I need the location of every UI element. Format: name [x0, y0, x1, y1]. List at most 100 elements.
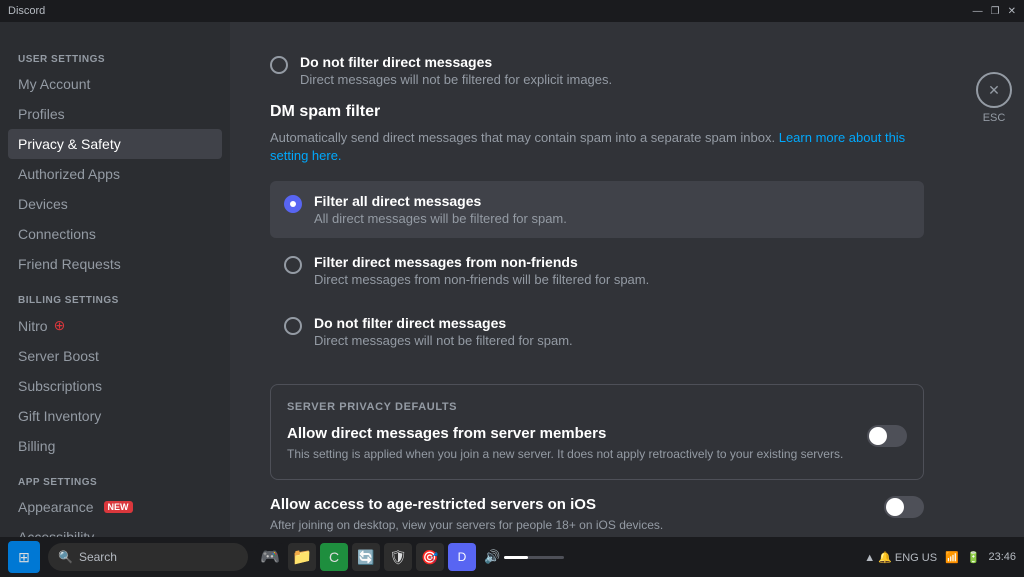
- taskbar-app-2[interactable]: 📁: [288, 543, 316, 571]
- sidebar-item-accessibility[interactable]: Accessibility: [8, 522, 222, 537]
- radio-no-filter-title: Do not filter direct messages: [314, 315, 573, 331]
- radio-non-friends-title: Filter direct messages from non-friends: [314, 254, 649, 270]
- sidebar-item-friend-requests[interactable]: Friend Requests: [8, 249, 222, 279]
- sidebar-item-connections[interactable]: Connections: [8, 219, 222, 249]
- taskbar-apps: 🎮 📁 C 🔄 🛡 🎯 D: [256, 543, 476, 571]
- taskbar-time: 23:46: [988, 551, 1016, 563]
- nitro-badge-icon: ⊕: [54, 317, 66, 334]
- sidebar-item-authorized-apps[interactable]: Authorized Apps: [8, 159, 222, 189]
- server-privacy-box: SERVER PRIVACY DEFAULTS Allow direct mes…: [270, 384, 924, 480]
- settings-content: Do not filter direct messages Direct mes…: [230, 22, 964, 537]
- titlebar: Discord — ❐ ✕: [0, 0, 1024, 22]
- taskbar-app-1[interactable]: 🎮: [256, 543, 284, 571]
- toggle-knob: [869, 427, 887, 445]
- taskbar-app-5[interactable]: 🛡: [384, 543, 412, 571]
- radio-circle-non-friends[interactable]: [284, 256, 302, 274]
- radio-non-friends-text: Filter direct messages from non-friends …: [314, 254, 649, 287]
- maximize-button[interactable]: ❐: [991, 6, 1000, 17]
- toggle-allow-dm-desc: This setting is applied when you join a …: [287, 446, 851, 463]
- top-radio-desc: Direct messages will not be filtered for…: [300, 72, 612, 87]
- dm-spam-title: DM spam filter: [270, 103, 924, 121]
- user-settings-label: USER SETTINGS: [8, 46, 222, 69]
- sidebar-item-billing[interactable]: Billing: [8, 431, 222, 461]
- volume-icon[interactable]: 🔊: [484, 549, 500, 565]
- taskbar-app-7[interactable]: D: [448, 543, 476, 571]
- radio-no-filter[interactable]: Do not filter direct messages Direct mes…: [270, 303, 924, 360]
- toggle-ios-knob: [886, 498, 904, 516]
- dm-spam-desc: Automatically send direct messages that …: [270, 129, 924, 165]
- radio-no-filter-desc: Direct messages will not be filtered for…: [314, 333, 573, 348]
- radio-filter-all-text: Filter all direct messages All direct me…: [314, 193, 567, 226]
- taskbar-app-4[interactable]: 🔄: [352, 543, 380, 571]
- window-controls[interactable]: — ❐ ✕: [973, 6, 1016, 17]
- sidebar-item-subscriptions[interactable]: Subscriptions: [8, 371, 222, 401]
- sidebar-item-label: Friend Requests: [18, 256, 121, 272]
- radio-filter-all-desc: All direct messages will be filtered for…: [314, 211, 567, 226]
- radio-circle-top[interactable]: [270, 56, 288, 74]
- wifi-icon: 📶: [945, 551, 959, 564]
- toggle-ios-switch[interactable]: [884, 496, 924, 518]
- radio-filter-non-friends[interactable]: Filter direct messages from non-friends …: [270, 242, 924, 299]
- sidebar: USER SETTINGS My Account Profiles Privac…: [0, 22, 230, 537]
- radio-circle-no-filter[interactable]: [284, 317, 302, 335]
- sidebar-item-my-account[interactable]: My Account: [8, 69, 222, 99]
- sidebar-item-label: Devices: [18, 196, 68, 212]
- sidebar-item-server-boost[interactable]: Server Boost: [8, 341, 222, 371]
- sidebar-item-profiles[interactable]: Profiles: [8, 99, 222, 129]
- volume-fill: [504, 556, 528, 559]
- toggle-ios-desc: After joining on desktop, view your serv…: [270, 517, 868, 534]
- taskbar-app-3[interactable]: C: [320, 543, 348, 571]
- close-button[interactable]: ✕: [1008, 6, 1016, 17]
- windows-icon: ⊞: [18, 549, 30, 566]
- sidebar-item-label: Nitro: [18, 318, 48, 334]
- battery-icon: 🔋: [967, 551, 981, 564]
- radio-circle-filter-all[interactable]: [284, 195, 302, 213]
- server-privacy-header: SERVER PRIVACY DEFAULTS: [287, 401, 907, 413]
- sidebar-item-nitro[interactable]: Nitro ⊕: [8, 310, 222, 341]
- sidebar-item-label: Subscriptions: [18, 378, 102, 394]
- esc-area: ✕ ESC: [964, 22, 1024, 537]
- esc-label: ESC: [983, 112, 1006, 124]
- toggle-allow-dm-text: Allow direct messages from server member…: [287, 425, 851, 463]
- sidebar-item-label: Profiles: [18, 106, 65, 122]
- search-label: Search: [79, 550, 117, 564]
- toggle-allow-dm-server: Allow direct messages from server member…: [287, 425, 907, 463]
- sidebar-item-label: Appearance: [18, 499, 94, 515]
- app-settings-label: APP SETTINGS: [8, 469, 222, 492]
- taskbar-icons: ▲ 🔔 ENG US: [864, 551, 937, 564]
- start-button[interactable]: ⊞: [8, 541, 40, 573]
- minimize-button[interactable]: —: [973, 6, 983, 17]
- volume-area: 🔊: [484, 549, 564, 565]
- sidebar-item-devices[interactable]: Devices: [8, 189, 222, 219]
- radio-no-filter-text: Do not filter direct messages Direct mes…: [314, 315, 573, 348]
- top-radio-option[interactable]: Do not filter direct messages Direct mes…: [270, 46, 924, 95]
- dm-spam-section: DM spam filter Automatically send direct…: [270, 103, 924, 360]
- sidebar-item-label: Accessibility: [18, 529, 94, 537]
- volume-bar: [504, 556, 564, 559]
- esc-button[interactable]: ✕: [976, 72, 1012, 108]
- sidebar-item-label: Authorized Apps: [18, 166, 120, 182]
- toggle-ios-text: Allow access to age-restricted servers o…: [270, 496, 868, 534]
- sidebar-item-privacy-safety[interactable]: Privacy & Safety: [8, 129, 222, 159]
- toggle-ios-title: Allow access to age-restricted servers o…: [270, 496, 868, 513]
- billing-settings-label: BILLING SETTINGS: [8, 287, 222, 310]
- taskbar-right: ▲ 🔔 ENG US 📶 🔋 23:46: [864, 551, 1016, 564]
- taskbar-app-6[interactable]: 🎯: [416, 543, 444, 571]
- search-icon: 🔍: [58, 550, 73, 564]
- sidebar-item-appearance[interactable]: Appearance NEW: [8, 492, 222, 522]
- radio-filter-all-title: Filter all direct messages: [314, 193, 567, 209]
- sidebar-item-label: Gift Inventory: [18, 408, 101, 424]
- taskbar-search[interactable]: 🔍 Search: [48, 543, 248, 571]
- main-content: USER SETTINGS My Account Profiles Privac…: [0, 22, 1024, 537]
- sidebar-item-label: Privacy & Safety: [18, 136, 121, 152]
- sidebar-item-label: Connections: [18, 226, 96, 242]
- radio-filter-all[interactable]: Filter all direct messages All direct me…: [270, 181, 924, 238]
- app-title: Discord: [8, 5, 45, 17]
- sidebar-item-gift-inventory[interactable]: Gift Inventory: [8, 401, 222, 431]
- sidebar-item-label: Server Boost: [18, 348, 99, 364]
- taskbar: ⊞ 🔍 Search 🎮 📁 C 🔄 🛡 🎯 D 🔊 ▲ 🔔 ENG US 📶 …: [0, 537, 1024, 577]
- toggle-allow-dm-title: Allow direct messages from server member…: [287, 425, 851, 442]
- toggle-age-restricted-ios: Allow access to age-restricted servers o…: [270, 496, 924, 534]
- radio-non-friends-desc: Direct messages from non-friends will be…: [314, 272, 649, 287]
- toggle-allow-dm-switch[interactable]: [867, 425, 907, 447]
